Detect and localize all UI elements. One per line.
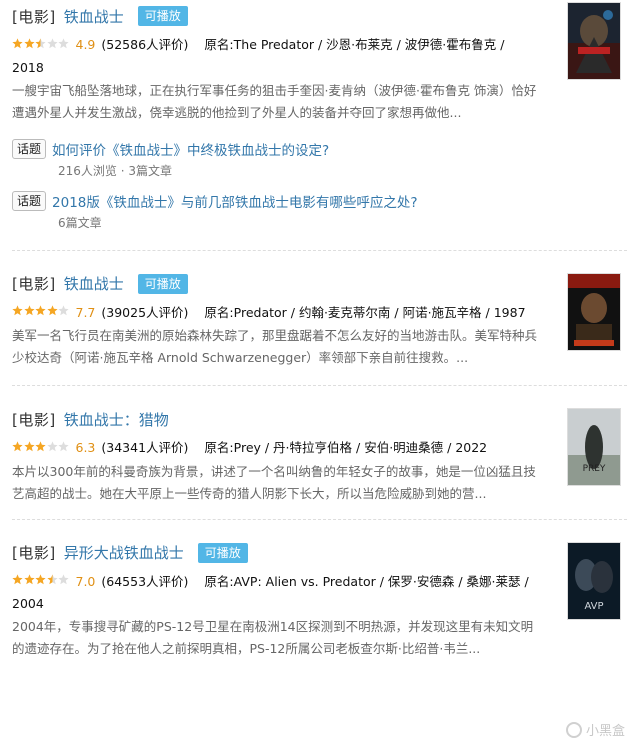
- poster-image[interactable]: [567, 272, 621, 351]
- watermark-logo-icon: [565, 721, 582, 738]
- star-icon: [35, 37, 46, 48]
- poster-image[interactable]: [567, 2, 621, 80]
- movie-title-link[interactable]: 铁血战士: [64, 273, 124, 294]
- star-icon: [35, 574, 46, 585]
- star-icon: [12, 37, 23, 48]
- poster-image[interactable]: AVP: [567, 541, 621, 620]
- category-tag: [电影]: [12, 544, 56, 562]
- category-tag: [电影]: [12, 7, 56, 26]
- category-tag: [电影]: [12, 410, 56, 429]
- star-icon: [35, 440, 46, 451]
- topic-entry: 话题 如何评价《铁血战士》中终极铁血战士的设定? 216人浏览 · 3篇文章: [12, 138, 627, 182]
- topic-stats: 216人浏览 · 3篇文章: [58, 163, 172, 178]
- summary-text: 2004年，专事搜寻矿藏的PS-12号卫星在南极洲14区探测到不明热源，并发现这…: [12, 619, 534, 656]
- star-icon: [12, 440, 23, 451]
- rating-count: (34341人评价): [101, 440, 189, 455]
- watermark: 小黑盒: [565, 720, 625, 739]
- star-icon: [46, 574, 58, 585]
- star-icon: [46, 440, 58, 451]
- rating-stars: [12, 437, 70, 459]
- rating-score: 7.7: [75, 304, 96, 320]
- topic-title-link[interactable]: 如何评价《铁血战士》中终极铁血战士的设定?: [52, 139, 329, 159]
- summary-text: 一艘宇宙飞船坠落地球，正在执行军事任务的狙击手奎因·麦肯纳（波伊德·霍布鲁克 饰…: [12, 82, 537, 120]
- credits-year: 2018: [12, 59, 44, 75]
- summary-text: 美军一名飞行员在南美洲的原始森林失踪了，那里盘踞着不怎么友好的当地游击队。美军特…: [12, 328, 538, 365]
- rating-stars: [12, 301, 70, 323]
- rating-count: (64553人评价): [101, 573, 189, 589]
- summary-text: 本片以300年前的科曼奇族为背景，讲述了一个名叫纳鲁的年轻女子的故事，她是一位凶…: [12, 463, 536, 501]
- search-results-list: [电影] 铁血战士 可播放 4.9 (52586人评价) 原名:The Predat…: [0, 0, 639, 670]
- watermark-text: 小黑盒: [585, 724, 625, 739]
- topic-title-link[interactable]: 2018版《铁血战士》与前几部铁血战士电影有哪些呼应之处?: [52, 191, 418, 211]
- star-icon: [58, 574, 69, 585]
- playable-badge[interactable]: 可播放: [197, 542, 248, 563]
- movie-title-link[interactable]: 铁血战士: [64, 6, 124, 27]
- topic-stats: 6篇文章: [58, 215, 102, 230]
- playable-badge[interactable]: 可播放: [137, 6, 188, 26]
- playable-badge[interactable]: 可播放: [137, 273, 188, 294]
- meta-line: 6.3 (34341人评价) 原名:Prey / 丹·特拉亨伯格 / 安伯·明迪桑德…: [12, 437, 536, 460]
- svg-text:AVP: AVP: [584, 601, 603, 612]
- star-icon: [58, 440, 69, 451]
- poster-image[interactable]: PREY: [567, 408, 621, 486]
- movie-title-link[interactable]: 铁血战士：猎物: [64, 409, 169, 430]
- star-icon: [46, 305, 58, 316]
- result-item: [电影] 铁血战士 可播放 7.7 (39025人评价) 原名:Predator /…: [12, 251, 627, 386]
- credits: 原名:Predator / 约翰·麦克蒂尔南 / 阿诺·施瓦辛格 / 1987: [204, 304, 526, 320]
- star-icon: [23, 305, 35, 316]
- star-icon: [12, 574, 23, 585]
- star-icon: [58, 305, 69, 316]
- rating-score: 7.0: [75, 573, 96, 589]
- meta-line: 7.0 (64553人评价) 原名:AVP: Alien vs. Predator …: [12, 571, 536, 616]
- star-icon: [46, 37, 58, 48]
- star-icon: [12, 305, 23, 316]
- rating-score: 4.9: [75, 37, 96, 52]
- credits-year: 2004: [12, 596, 44, 611]
- movie-title-link[interactable]: 异形大战铁血战士: [64, 542, 184, 563]
- topic-tag: 话题: [12, 190, 47, 211]
- topic-tag: 话题: [12, 138, 47, 159]
- rating-stars: [12, 570, 70, 592]
- result-item: AVP [电影] 异形大战铁血战士 可播放 7.0 (64553人评价) 原名:AV…: [12, 520, 627, 671]
- rating-count: (39025人评价): [101, 304, 189, 320]
- credits: 原名:AVP: Alien vs. Predator / 保罗·安德森 / 桑娜…: [204, 573, 529, 589]
- credits: 原名:The Predator / 沙恩·布莱克 / 波伊德·霍布鲁克 /: [204, 37, 505, 52]
- star-icon: [35, 305, 46, 316]
- svg-text:PREY: PREY: [583, 464, 606, 474]
- topic-entry: 话题 2018版《铁血战士》与前几部铁血战士电影有哪些呼应之处? 6篇文章: [12, 190, 627, 234]
- credits: 原名:Prey / 丹·特拉亨伯格 / 安伯·明迪桑德 / 2022: [204, 440, 488, 455]
- star-icon: [23, 440, 35, 451]
- rating-count: (52586人评价): [101, 37, 189, 52]
- result-item: PREY [电影] 铁血战士：猎物 6.3 (34341人评价) 原名:Prey /…: [12, 386, 627, 520]
- category-tag: [电影]: [12, 275, 56, 293]
- rating-score: 6.3: [75, 440, 96, 455]
- result-item: [电影] 铁血战士 可播放 4.9 (52586人评价) 原名:The Predat…: [12, 0, 627, 251]
- star-icon: [58, 37, 69, 48]
- star-icon: [23, 37, 35, 48]
- rating-stars: [12, 34, 70, 56]
- star-icon: [23, 574, 35, 585]
- meta-line: 4.9 (52586人评价) 原名:The Predator / 沙恩·布莱克 / …: [12, 34, 536, 79]
- meta-line: 7.7 (39025人评价) 原名:Predator / 约翰·麦克蒂尔南 / 阿诺…: [12, 302, 536, 325]
